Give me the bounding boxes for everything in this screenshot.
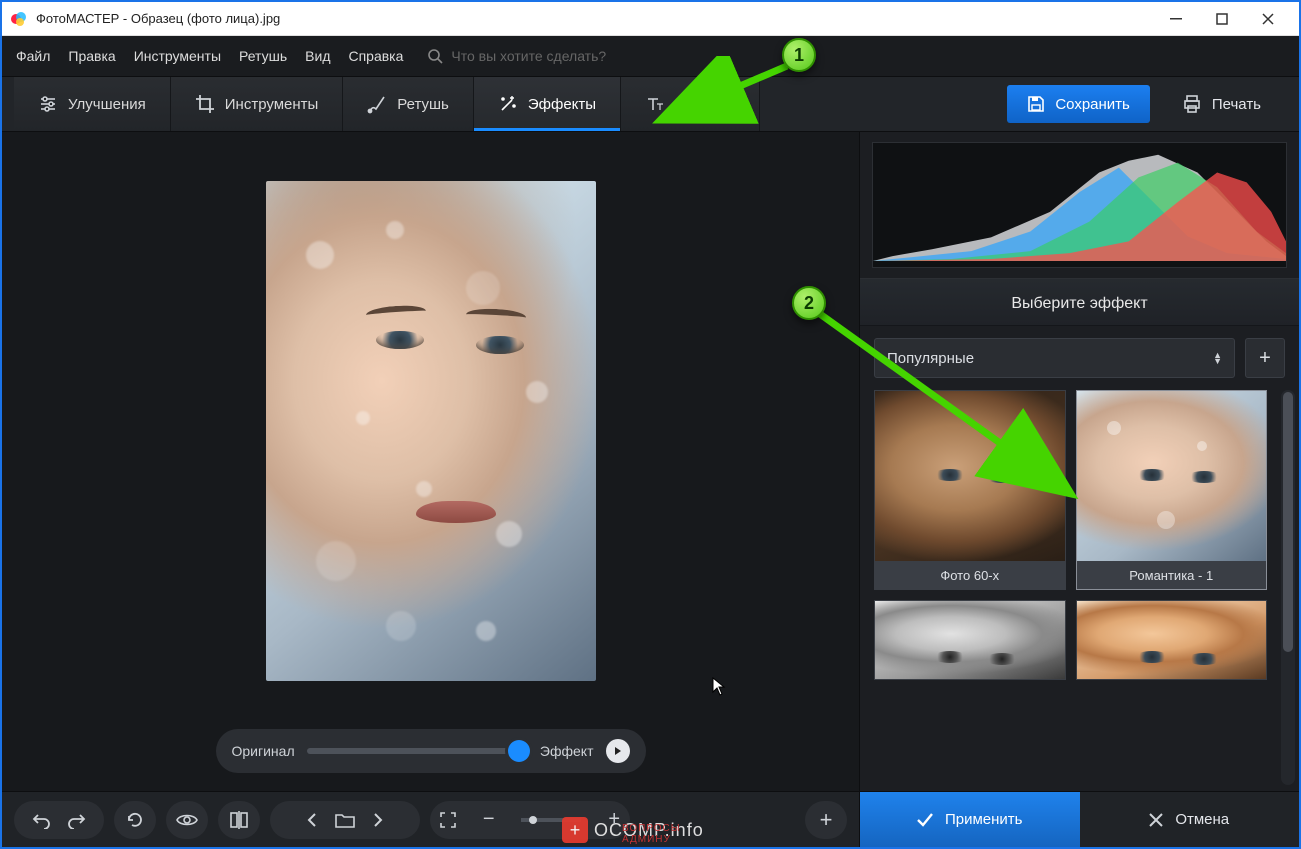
print-icon xyxy=(1182,94,1202,114)
effect-category-value: Популярные xyxy=(887,350,974,367)
window-title: ФотоМАСТЕР - Образец (фото лица).jpg xyxy=(36,11,1153,26)
menu-view[interactable]: Вид xyxy=(305,48,330,64)
check-icon xyxy=(917,813,933,827)
side-panel: Выберите эффект Популярные ▲▼ + Фото 60 xyxy=(859,132,1299,847)
search-input[interactable] xyxy=(451,48,651,64)
prev-icon[interactable] xyxy=(307,813,317,827)
compare-track[interactable] xyxy=(307,748,528,754)
effect-label: Романтика - 1 xyxy=(1077,561,1267,589)
save-label: Сохранить xyxy=(1055,96,1130,113)
tab-text[interactable]: Надписи xyxy=(621,77,760,131)
mirror-button[interactable] xyxy=(218,801,260,839)
menu-help[interactable]: Справка xyxy=(348,48,403,64)
add-effect-button[interactable]: + xyxy=(1245,338,1285,378)
compare-slider[interactable]: Оригинал Эффект xyxy=(216,729,646,773)
tab-label: Эффекты xyxy=(528,96,596,113)
compare-original-label: Оригинал xyxy=(232,743,295,759)
titlebar: ФотоМАСТЕР - Образец (фото лица).jpg xyxy=(2,2,1299,36)
menu-edit[interactable]: Правка xyxy=(68,48,115,64)
tab-label: Надписи xyxy=(675,96,735,113)
rotate-button[interactable] xyxy=(114,801,156,839)
effect-thumb-4[interactable] xyxy=(1076,600,1268,680)
add-button[interactable]: + xyxy=(805,801,847,839)
mouse-cursor-icon xyxy=(712,677,726,702)
close-button[interactable] xyxy=(1245,3,1291,35)
annotation-badge-2: 2 xyxy=(792,286,826,320)
next-icon[interactable] xyxy=(373,813,383,827)
nav-group xyxy=(270,801,420,839)
tab-label: Улучшения xyxy=(68,96,146,113)
watermark: + OCOMP.info ВОПРОСЫ АДМИНУ xyxy=(562,817,704,843)
apply-button[interactable]: Применить xyxy=(860,792,1080,847)
menu-retouch[interactable]: Ретушь xyxy=(239,48,287,64)
eye-button[interactable] xyxy=(166,801,208,839)
histogram xyxy=(872,142,1287,268)
apply-label: Применить xyxy=(945,811,1023,828)
save-button[interactable]: Сохранить xyxy=(1007,85,1150,123)
canvas-area: Оригинал Эффект xyxy=(2,132,859,847)
wand-icon xyxy=(498,94,518,114)
tab-label: Инструменты xyxy=(225,96,319,113)
search-icon xyxy=(427,48,443,64)
print-label: Печать xyxy=(1212,96,1261,113)
save-icon xyxy=(1027,95,1045,113)
main-split: Оригинал Эффект xyxy=(2,132,1299,847)
compare-knob[interactable] xyxy=(508,740,530,762)
folder-icon[interactable] xyxy=(335,812,355,828)
bottom-bar: − + + xyxy=(2,791,859,847)
effects-panel-title: Выберите эффект xyxy=(860,278,1299,326)
annotation-badge-1: 1 xyxy=(782,38,816,72)
side-actions: Применить Отмена xyxy=(860,791,1299,847)
cancel-button[interactable]: Отмена xyxy=(1080,792,1300,847)
fit-icon[interactable] xyxy=(440,812,456,828)
cancel-label: Отмена xyxy=(1175,811,1229,828)
watermark-plus-icon: + xyxy=(562,817,588,843)
undo-redo-group xyxy=(14,801,104,839)
redo-icon[interactable] xyxy=(67,811,87,829)
compare-effect-label: Эффект xyxy=(540,743,594,759)
dropdown-arrows-icon: ▲▼ xyxy=(1213,352,1222,364)
compare-go-button[interactable] xyxy=(606,739,630,763)
preview-photo xyxy=(266,181,596,681)
tab-enhance[interactable]: Улучшения xyxy=(14,77,171,131)
tool-tabs: Улучшения Инструменты Ретушь Эффекты Над… xyxy=(2,76,1299,132)
app-root: Файл Правка Инструменты Ретушь Вид Справ… xyxy=(2,36,1299,847)
crop-icon xyxy=(195,94,215,114)
effect-label: Фото 60-х xyxy=(875,561,1065,589)
effects-grid: Фото 60-х Романтика - xyxy=(860,390,1281,680)
print-button[interactable]: Печать xyxy=(1162,85,1281,123)
tab-label: Ретушь xyxy=(397,96,449,113)
sliders-icon xyxy=(38,94,58,114)
effects-scrollbar[interactable] xyxy=(1281,390,1295,785)
menubar: Файл Правка Инструменты Ретушь Вид Справ… xyxy=(2,36,1299,76)
menu-tools[interactable]: Инструменты xyxy=(134,48,221,64)
effect-thumb-3[interactable] xyxy=(874,600,1066,680)
effect-category-dropdown[interactable]: Популярные ▲▼ xyxy=(874,338,1235,378)
brush-icon xyxy=(367,94,387,114)
menu-file[interactable]: Файл xyxy=(16,48,50,64)
watermark-sub: ВОПРОСЫ АДМИНУ xyxy=(622,823,704,845)
app-icon xyxy=(10,10,28,28)
zoom-out-icon[interactable]: − xyxy=(483,808,495,831)
text-icon xyxy=(645,94,665,114)
effect-thumb-romantic-1[interactable]: Романтика - 1 xyxy=(1076,390,1268,590)
canvas-viewport[interactable] xyxy=(2,132,859,729)
tab-tools[interactable]: Инструменты xyxy=(171,77,344,131)
minimize-button[interactable] xyxy=(1153,3,1199,35)
tab-retouch[interactable]: Ретушь xyxy=(343,77,474,131)
undo-icon[interactable] xyxy=(31,811,51,829)
close-icon xyxy=(1149,813,1163,827)
maximize-button[interactable] xyxy=(1199,3,1245,35)
tab-effects[interactable]: Эффекты xyxy=(474,77,621,131)
effect-thumb-photo-60s[interactable]: Фото 60-х xyxy=(874,390,1066,590)
